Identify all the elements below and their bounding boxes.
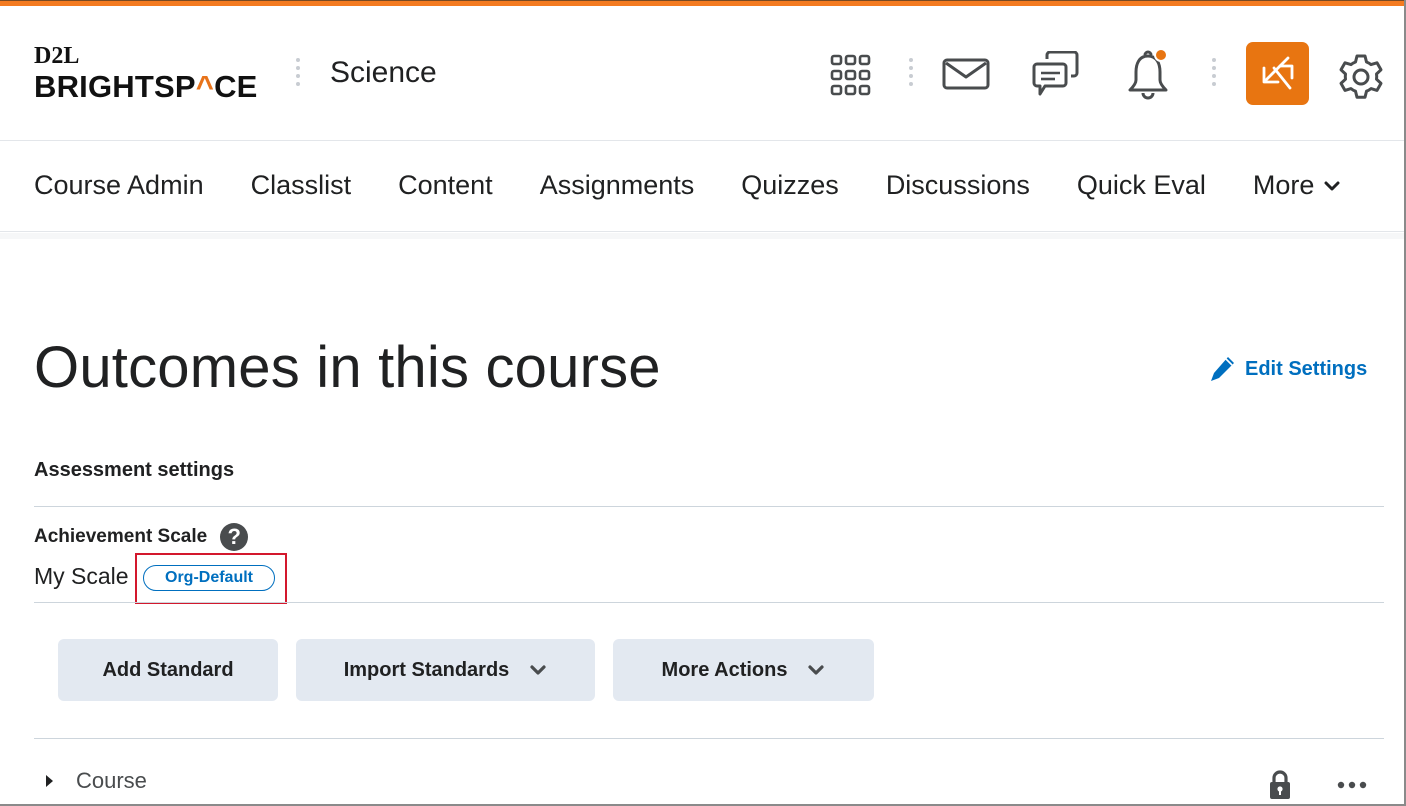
import-standards-button[interactable]: Import Standards: [296, 639, 595, 701]
more-actions-button[interactable]: More Actions: [613, 639, 874, 701]
logo-part: BRIGHTSP: [34, 69, 196, 104]
tree-item-label: Course: [76, 768, 147, 793]
header-separator: [1212, 58, 1216, 90]
achievement-scale-text: Achievement Scale: [34, 526, 208, 547]
caret-right-icon[interactable]: [46, 775, 53, 787]
scale-value: My Scale: [34, 563, 129, 589]
help-icon[interactable]: ?: [220, 523, 249, 551]
role-switch-icon: [1262, 56, 1293, 89]
nav-item-quick-eval[interactable]: Quick Eval: [1077, 170, 1206, 201]
nav-item-assignments[interactable]: Assignments: [540, 170, 695, 201]
button-label: Import Standards: [343, 658, 510, 681]
chevron-down-icon: [530, 665, 546, 675]
header-separator: [296, 58, 300, 90]
mail-icon: [942, 58, 990, 90]
nav-label: Discussions: [885, 170, 1030, 200]
nav-label: Quick Eval: [1076, 170, 1206, 200]
logo-d2l-text: D2L: [34, 43, 80, 69]
add-standard-button[interactable]: Add Standard: [58, 639, 278, 701]
chat-icon: [1032, 51, 1079, 96]
update-alerts-button[interactable]: [1122, 48, 1172, 102]
subscription-alerts-button[interactable]: [1030, 50, 1082, 100]
course-name[interactable]: Science: [330, 56, 437, 90]
button-label: Add Standard: [102, 658, 234, 681]
nav-label: Classlist: [250, 170, 352, 200]
nav-label: Course Admin: [34, 170, 204, 200]
page-title: Outcomes in this course: [34, 335, 661, 400]
pencil-icon: [1211, 357, 1234, 381]
nav-label: Assignments: [539, 170, 695, 200]
chevron-down-icon: [808, 665, 825, 675]
nav-item-classlist[interactable]: Classlist: [251, 170, 352, 201]
nav-label: More: [1252, 170, 1315, 200]
waffle-grid-icon: [830, 54, 871, 96]
edit-settings-link[interactable]: Edit Settings: [1208, 355, 1367, 383]
tree-item-course[interactable]: Course: [34, 768, 147, 794]
brightspace-logo[interactable]: D2L BRIGHTSP^CE: [34, 44, 258, 104]
logo-brightspace-text: BRIGHTSP^CE: [34, 70, 258, 104]
nav-item-discussions[interactable]: Discussions: [886, 170, 1030, 201]
nav-item-quizzes[interactable]: Quizzes: [741, 170, 839, 201]
edit-settings-label: Edit Settings: [1245, 357, 1368, 380]
divider: [34, 602, 1384, 603]
role-switcher-button[interactable]: [1246, 42, 1309, 105]
nav-label: Content: [398, 170, 493, 200]
top-header: D2L BRIGHTSP^CE Science: [0, 6, 1406, 141]
message-alerts-button[interactable]: [940, 54, 992, 94]
nav-item-content[interactable]: Content: [398, 170, 493, 201]
gear-icon: [1339, 54, 1383, 99]
nav-label: Quizzes: [741, 170, 839, 200]
chevron-down-icon: [1324, 181, 1340, 190]
logo-part: CE: [214, 69, 258, 104]
assessment-settings-heading: Assessment settings: [34, 459, 235, 481]
notification-badge: [1154, 48, 1168, 62]
personal-settings-button[interactable]: [1336, 52, 1386, 102]
lock-icon: [1270, 770, 1290, 799]
divider: [34, 506, 1384, 507]
nav-item-course-admin[interactable]: Course Admin: [34, 170, 204, 201]
header-separator: [909, 58, 913, 90]
navbar-shadow: [0, 233, 1406, 239]
highlight-annotation: [135, 553, 287, 604]
course-navbar: Course Admin Classlist Content Assignmen…: [0, 142, 1406, 232]
more-options-icon[interactable]: [1336, 780, 1368, 790]
divider: [34, 738, 1384, 739]
achievement-scale-label: Achievement Scale ?: [34, 523, 249, 551]
button-label: More Actions: [661, 658, 788, 681]
course-selector-button[interactable]: [828, 52, 874, 98]
nav-item-more[interactable]: More: [1253, 170, 1341, 201]
logo-accent: ^: [195, 69, 215, 104]
